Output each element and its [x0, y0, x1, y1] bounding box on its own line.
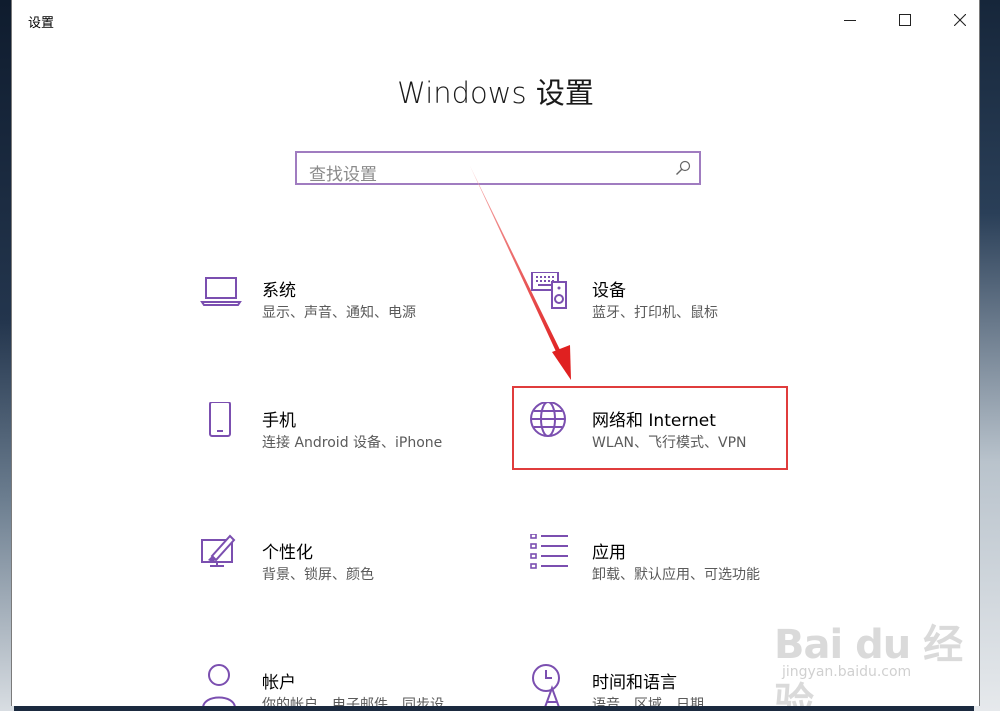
baidu-watermark: Bai du 经验 jingyan.baidu.com	[774, 600, 974, 706]
settings-window: 设置 Windows 设置 查找设置 系统 显示、声音、通知、电源 设备 蓝牙、…	[11, 0, 980, 706]
watermark-sub-text: jingyan.baidu.com	[782, 664, 912, 680]
watermark-main-text: Bai du 经验	[774, 622, 963, 706]
